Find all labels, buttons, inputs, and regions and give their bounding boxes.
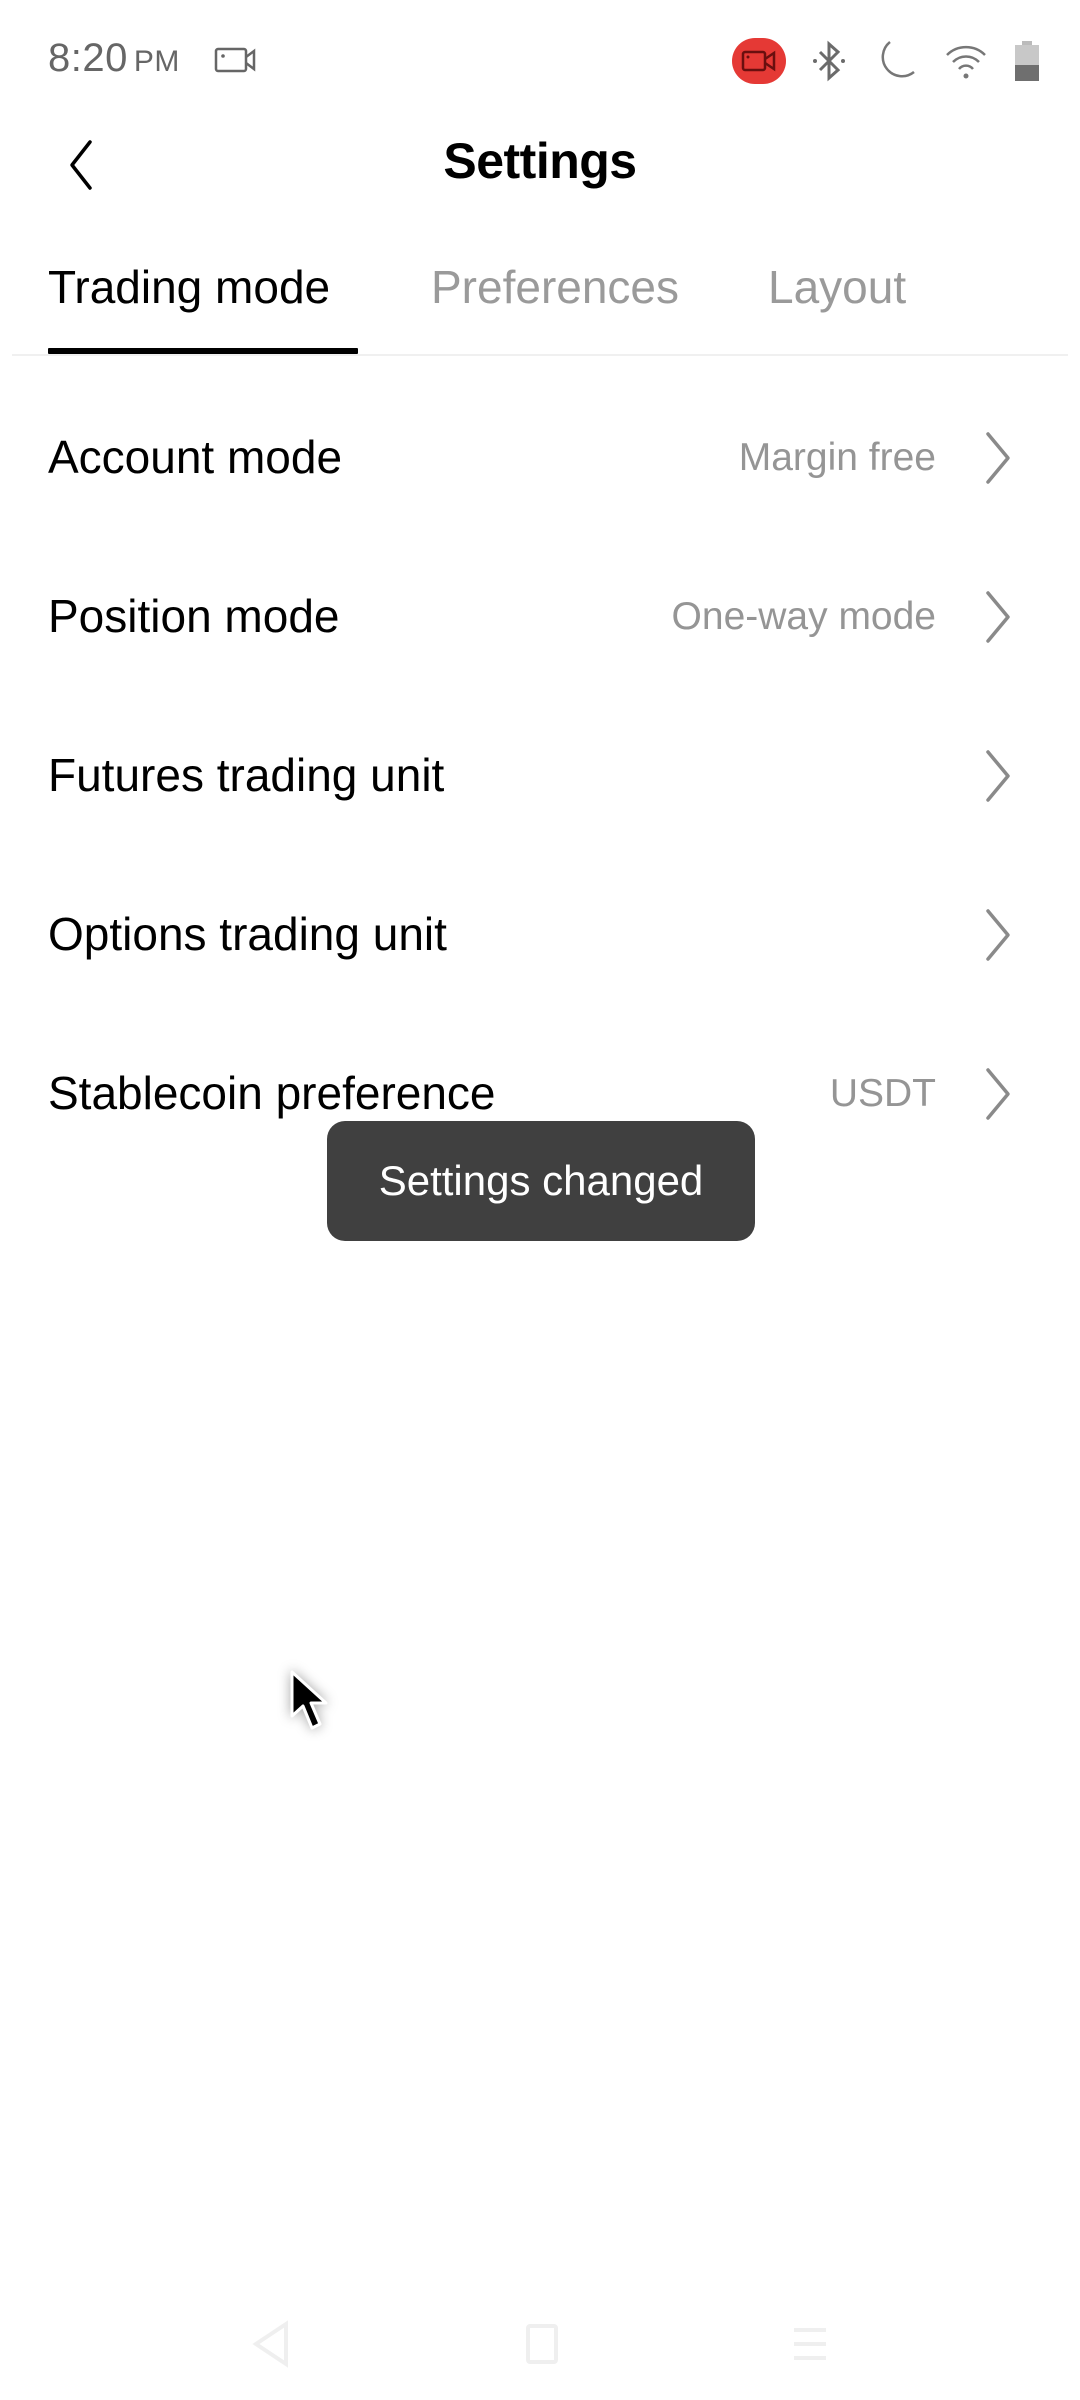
setting-label: Position mode [48, 590, 340, 642]
chevron-right-icon [986, 591, 1010, 643]
status-time: 8:20 PM [48, 36, 180, 81]
setting-label: Options trading unit [48, 908, 447, 960]
header: Settings [0, 120, 1080, 210]
chevron-right-icon [986, 750, 1010, 802]
bluetooth-icon [813, 40, 845, 82]
toast-notification: Settings changed [327, 1121, 755, 1241]
setting-row-account-mode[interactable]: Account mode Margin free [0, 380, 1080, 539]
tab-layout[interactable]: Layout [768, 260, 906, 314]
tab-trading-mode[interactable]: Trading mode [48, 260, 330, 314]
do-not-disturb-moon-icon [881, 41, 915, 78]
status-icons [732, 36, 1040, 86]
nav-back-icon[interactable] [250, 2320, 290, 2368]
setting-value: One-way mode [671, 595, 936, 638]
setting-label: Account mode [48, 431, 343, 483]
setting-row-options-trading-unit[interactable]: Options trading unit [0, 857, 1080, 1016]
settings-list: Account mode Margin free Position mode O… [0, 380, 1080, 1175]
nav-recents-icon[interactable] [790, 2320, 830, 2368]
mouse-pointer-icon [290, 1670, 328, 1730]
chevron-right-icon [986, 1068, 1010, 1120]
screen-record-icon [214, 47, 256, 73]
recording-indicator-icon [732, 38, 786, 84]
nav-home-icon[interactable] [522, 2320, 562, 2368]
status-time-ampm: PM [133, 45, 180, 78]
chevron-right-icon [986, 432, 1010, 484]
page-title: Settings [443, 133, 637, 189]
battery-icon [1015, 41, 1039, 81]
status-time-value: 8:20 [48, 36, 128, 80]
setting-value: USDT [829, 1072, 936, 1115]
setting-label: Stablecoin preference [48, 1067, 496, 1119]
active-tab-indicator [48, 348, 358, 354]
setting-value: Margin free [738, 436, 936, 479]
wifi-icon [946, 45, 986, 79]
setting-row-position-mode[interactable]: Position mode One-way mode [0, 539, 1080, 698]
system-nav-bar [0, 2270, 1080, 2400]
setting-row-futures-trading-unit[interactable]: Futures trading unit [0, 698, 1080, 857]
setting-label: Futures trading unit [48, 749, 445, 801]
toast-message: Settings changed [378, 1157, 704, 1204]
tab-preferences[interactable]: Preferences [431, 260, 679, 314]
tab-bar: Trading mode Preferences Layout [12, 250, 1068, 356]
chevron-right-icon [986, 909, 1010, 961]
status-bar: 8:20 PM [0, 0, 1080, 120]
